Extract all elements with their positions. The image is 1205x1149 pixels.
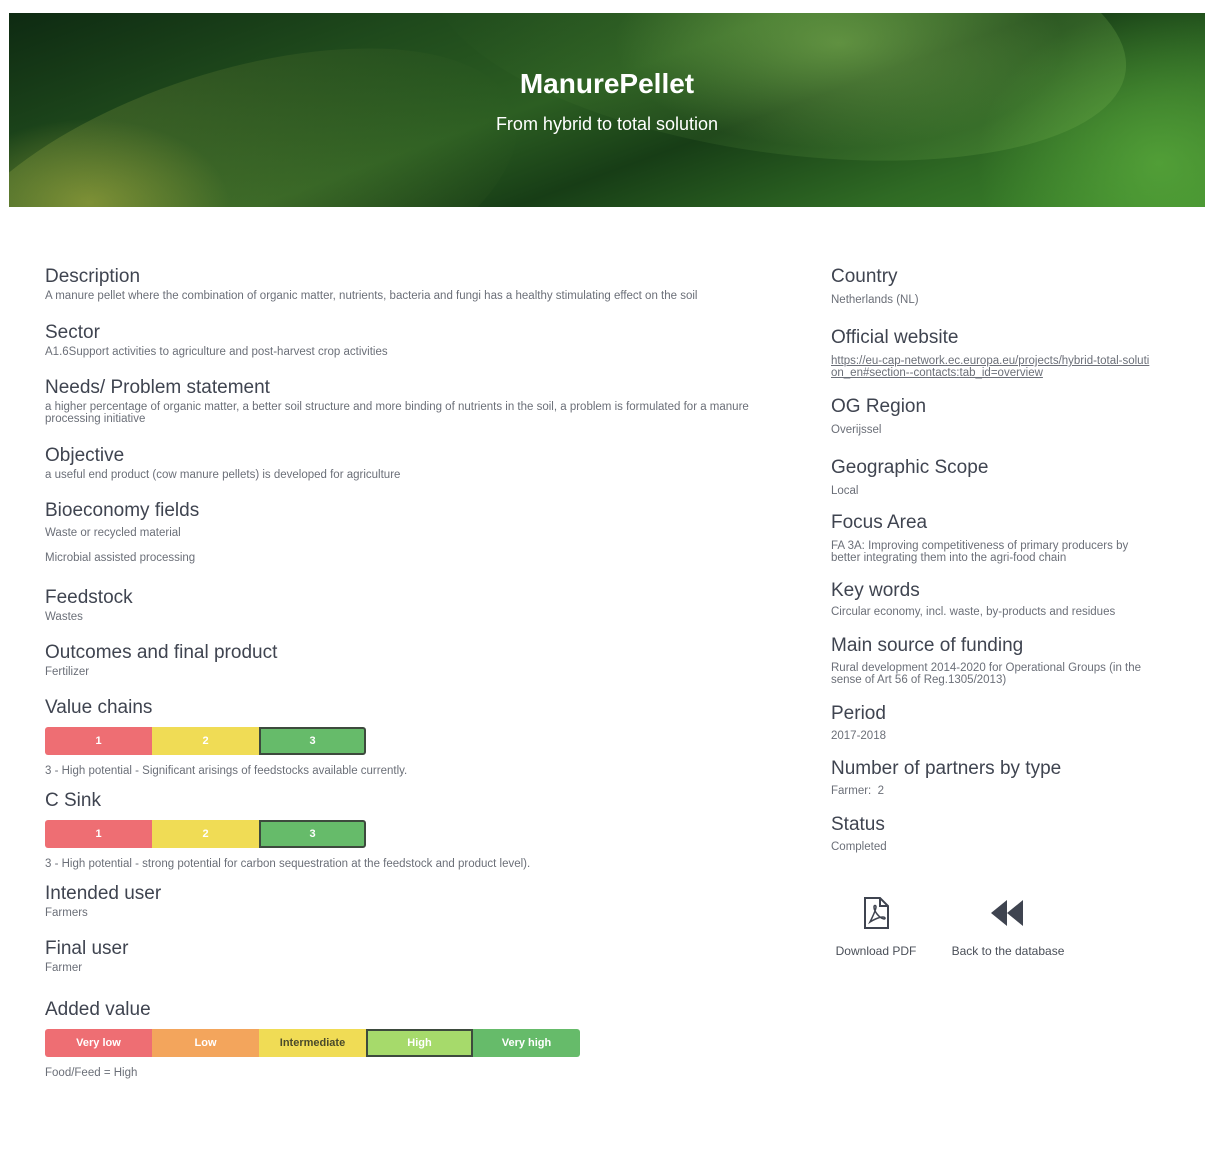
page-subtitle: From hybrid to total solution — [495, 114, 719, 134]
needs-heading: Needs/ Problem statement — [45, 377, 270, 398]
needs-text: a higher percentage of organic matter, a… — [45, 401, 749, 425]
feedstock-text: Wastes — [45, 611, 83, 623]
c-sink-scale: 1 2 3 — [45, 820, 366, 848]
intended-user-heading: Intended user — [45, 883, 162, 904]
value-chains-note: 3 - High potential - Significant arising… — [45, 765, 408, 777]
status-text: Completed — [831, 841, 887, 853]
description-heading: Description — [45, 266, 141, 287]
value-chains-level-1: 1 — [45, 727, 152, 755]
fast-backward-icon — [991, 900, 1023, 926]
focus-area-heading: Focus Area — [831, 512, 928, 533]
description-text: A manure pellet where the combination of… — [45, 290, 698, 302]
focus-area-section: Focus Area FA 3A: Improving competitiven… — [831, 512, 1156, 564]
feedstock-section: Feedstock Wastes — [45, 587, 133, 623]
back-to-database-button[interactable]: Back to the database — [943, 896, 1073, 958]
country-text: Netherlands (NL) — [831, 294, 919, 306]
bioeconomy-section: Bioeconomy fields Waste or recycled mate… — [45, 500, 199, 564]
value-chains-note-wrap: 3 - High potential - Significant arising… — [45, 763, 407, 777]
outcomes-section: Outcomes and final product Fertilizer — [45, 642, 277, 678]
bioeconomy-heading: Bioeconomy fields — [45, 500, 200, 521]
final-user-section: Final user Farmer — [45, 938, 128, 974]
sector-heading: Sector — [45, 322, 100, 343]
value-chains-level-2: 2 — [152, 727, 259, 755]
added-value-very-low: Very low — [45, 1029, 152, 1057]
intended-user-section: Intended user Farmers — [45, 883, 161, 919]
period-text: 2017-2018 — [831, 730, 886, 742]
funding-heading: Main source of funding — [831, 635, 1024, 656]
value-chains-heading: Value chains — [45, 697, 153, 718]
sector-section: Sector A1.6Support activities to agricul… — [45, 322, 388, 358]
objective-heading: Objective — [45, 445, 125, 466]
og-region-text: Overijssel — [831, 424, 882, 436]
final-user-text: Farmer — [45, 962, 83, 974]
outcomes-text: Fertilizer — [45, 666, 90, 678]
header-banner: ManurePellet From hybrid to total soluti… — [9, 13, 1205, 207]
c-sink-note: 3 - High potential - strong potential fo… — [45, 858, 531, 870]
added-value-low: Low — [152, 1029, 259, 1057]
value-chains-level-3-selected: 3 — [259, 727, 366, 755]
keywords-heading: Key words — [831, 580, 920, 601]
og-region-section: OG Region Overijssel — [831, 396, 926, 436]
period-heading: Period — [831, 703, 886, 724]
download-pdf-label: Download PDF — [835, 944, 917, 958]
added-value-heading: Added value — [45, 999, 151, 1020]
bioeconomy-item: Microbial assisted processing — [45, 552, 196, 564]
download-pdf-button[interactable]: Download PDF — [831, 896, 921, 958]
partners-heading: Number of partners by type — [831, 758, 1062, 779]
actions-bar: Download PDF Back to the database — [831, 896, 1131, 976]
keywords-section: Key words Circular economy, incl. waste,… — [831, 580, 1115, 618]
focus-area-text: FA 3A: Improving competitiveness of prim… — [831, 540, 1129, 564]
intended-user-text: Farmers — [45, 907, 88, 919]
funding-section: Main source of funding Rural development… — [831, 635, 1161, 686]
country-section: Country Netherlands (NL) — [831, 266, 919, 306]
period-section: Period 2017-2018 — [831, 703, 886, 742]
description-section: Description A manure pellet where the co… — [45, 266, 697, 302]
c-sink-note-wrap: 3 - High potential - strong potential fo… — [45, 856, 530, 870]
objective-section: Objective a useful end product (cow manu… — [45, 445, 400, 481]
country-heading: Country — [831, 266, 898, 287]
added-value-high-selected: High — [366, 1029, 473, 1057]
c-sink-heading: C Sink — [45, 790, 101, 811]
website-link[interactable]: https://eu-cap-network.ec.europa.eu/proj… — [831, 355, 1149, 379]
geo-scope-heading: Geographic Scope — [831, 457, 989, 478]
page-title: ManurePellet — [519, 68, 695, 99]
c-sink-level-1: 1 — [45, 820, 152, 848]
sector-text: A1.6Support activities to agriculture an… — [45, 346, 388, 358]
website-section: Official website https://eu-cap-network.… — [831, 327, 1151, 379]
outcomes-heading: Outcomes and final product — [45, 642, 278, 663]
added-value-scale: Very low Low Intermediate High Very high — [45, 1029, 580, 1057]
funding-text: Rural development 2014-2020 for Operatio… — [831, 662, 1142, 686]
added-value-very-high: Very high — [473, 1029, 580, 1057]
bioeconomy-item: Waste or recycled material — [45, 527, 181, 539]
c-sink-section: C Sink — [45, 790, 101, 812]
c-sink-level-3-selected: 3 — [259, 820, 366, 848]
added-value-note-wrap: Food/Feed = High — [45, 1065, 137, 1079]
partners-text: Farmer: 2 — [831, 785, 885, 797]
objective-text: a useful end product (cow manure pellets… — [45, 469, 401, 481]
status-heading: Status — [831, 814, 885, 835]
value-chains-scale: 1 2 3 — [45, 727, 366, 755]
geo-scope-text: Local — [831, 485, 859, 497]
pdf-file-icon — [864, 897, 889, 929]
added-value-section: Added value — [45, 999, 151, 1021]
feedstock-heading: Feedstock — [45, 587, 133, 608]
c-sink-level-2: 2 — [152, 820, 259, 848]
website-heading: Official website — [831, 327, 959, 348]
needs-section: Needs/ Problem statement a higher percen… — [45, 377, 800, 425]
geo-scope-section: Geographic Scope Local — [831, 457, 988, 497]
value-chains-section: Value chains — [45, 697, 152, 719]
partners-section: Number of partners by type Farmer: 2 — [831, 758, 1061, 797]
back-to-database-label: Back to the database — [951, 944, 1065, 958]
status-section: Status Completed — [831, 814, 887, 853]
final-user-heading: Final user — [45, 938, 129, 959]
keywords-text: Circular economy, incl. waste, by-produc… — [831, 606, 1116, 618]
added-value-note: Food/Feed = High — [45, 1067, 138, 1079]
og-region-heading: OG Region — [831, 396, 927, 417]
added-value-intermediate: Intermediate — [259, 1029, 366, 1057]
